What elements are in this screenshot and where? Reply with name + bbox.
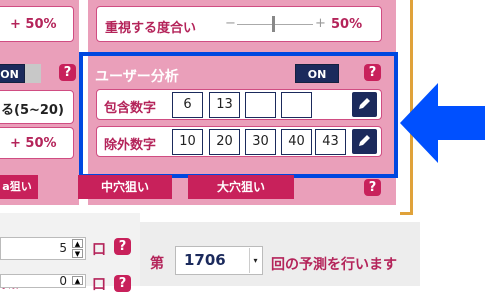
draw-prefix: 第 xyxy=(150,256,164,272)
left-on-toggle[interactable]: ON xyxy=(0,64,25,83)
slider-percent: + 50% xyxy=(10,17,57,32)
plus-glyph: + xyxy=(315,16,326,31)
exclude-number-input[interactable]: 30 xyxy=(245,129,276,155)
left-slider-card-bottom: + 50% xyxy=(0,127,74,159)
strategy-help-icon[interactable]: ? xyxy=(364,179,381,196)
divider-line-bottom xyxy=(400,212,413,215)
stepper-help-icon[interactable]: ? xyxy=(114,238,131,255)
stepper-value: 5 xyxy=(59,241,67,255)
exclude-label: 除外数字 xyxy=(104,138,157,153)
minus-glyph: − xyxy=(225,16,236,31)
left-range-card: る(5~20) xyxy=(0,90,74,124)
draw-suffix: 回の予測を行います xyxy=(271,257,397,273)
include-number-input[interactable]: 13 xyxy=(209,92,240,118)
user-analysis-help-icon[interactable]: ? xyxy=(364,64,381,81)
include-label: 包含数字 xyxy=(104,101,157,116)
include-edit-button[interactable] xyxy=(352,92,377,117)
stepper-unit: 口 xyxy=(92,242,106,258)
caret-down-icon[interactable]: ▾ xyxy=(249,248,261,273)
left-toggle-track xyxy=(25,64,41,83)
quantity-stepper[interactable]: 5 ▲ ▼ xyxy=(0,237,86,260)
weight-value: 50% xyxy=(331,17,363,32)
weight-label: 重視する度合い xyxy=(105,21,197,36)
user-analysis-title: ユーザー分析 xyxy=(95,69,179,85)
slider-percent: + 50% xyxy=(10,136,57,151)
exclude-number-input[interactable]: 20 xyxy=(209,129,240,155)
left-help-icon[interactable]: ? xyxy=(59,64,76,81)
include-number-input[interactable] xyxy=(245,92,276,118)
stepper2-help-icon[interactable]: ? xyxy=(114,275,131,292)
exclude-edit-button[interactable] xyxy=(352,129,377,154)
strategy-button-long[interactable]: 大穴狙い xyxy=(188,175,294,199)
draw-number-select[interactable]: 1706 ▾ xyxy=(175,246,263,275)
stepper-up[interactable]: ▲ xyxy=(72,239,83,248)
exclude-number-input[interactable]: 40 xyxy=(281,129,312,155)
arrow-left-icon xyxy=(400,83,485,163)
slider-handle[interactable] xyxy=(272,16,275,32)
exclude-number-input[interactable]: 10 xyxy=(172,129,203,155)
user-analysis-toggle[interactable]: ON xyxy=(295,64,339,83)
include-number-input[interactable]: 6 xyxy=(172,92,203,118)
left-slider-card-top: + 50% xyxy=(0,6,74,42)
draw-number: 1706 xyxy=(184,251,226,269)
pencil-icon xyxy=(359,98,370,109)
weight-slider-card: 重視する度合い − + 50% xyxy=(96,6,382,42)
stepper2-up[interactable]: ▲ xyxy=(72,276,83,285)
stepper2-unit: 口 xyxy=(92,277,106,293)
stepper-down[interactable]: ▼ xyxy=(72,249,83,258)
strategy-button-middle[interactable]: 中穴狙い xyxy=(78,175,172,199)
exclude-number-input[interactable]: 43 xyxy=(315,129,346,155)
slider-track[interactable] xyxy=(237,24,313,25)
range-label: る(5~20) xyxy=(1,103,64,118)
left-strategy-button[interactable]: a狙い xyxy=(0,175,38,199)
include-number-input[interactable] xyxy=(281,92,312,118)
pencil-icon xyxy=(359,135,370,146)
